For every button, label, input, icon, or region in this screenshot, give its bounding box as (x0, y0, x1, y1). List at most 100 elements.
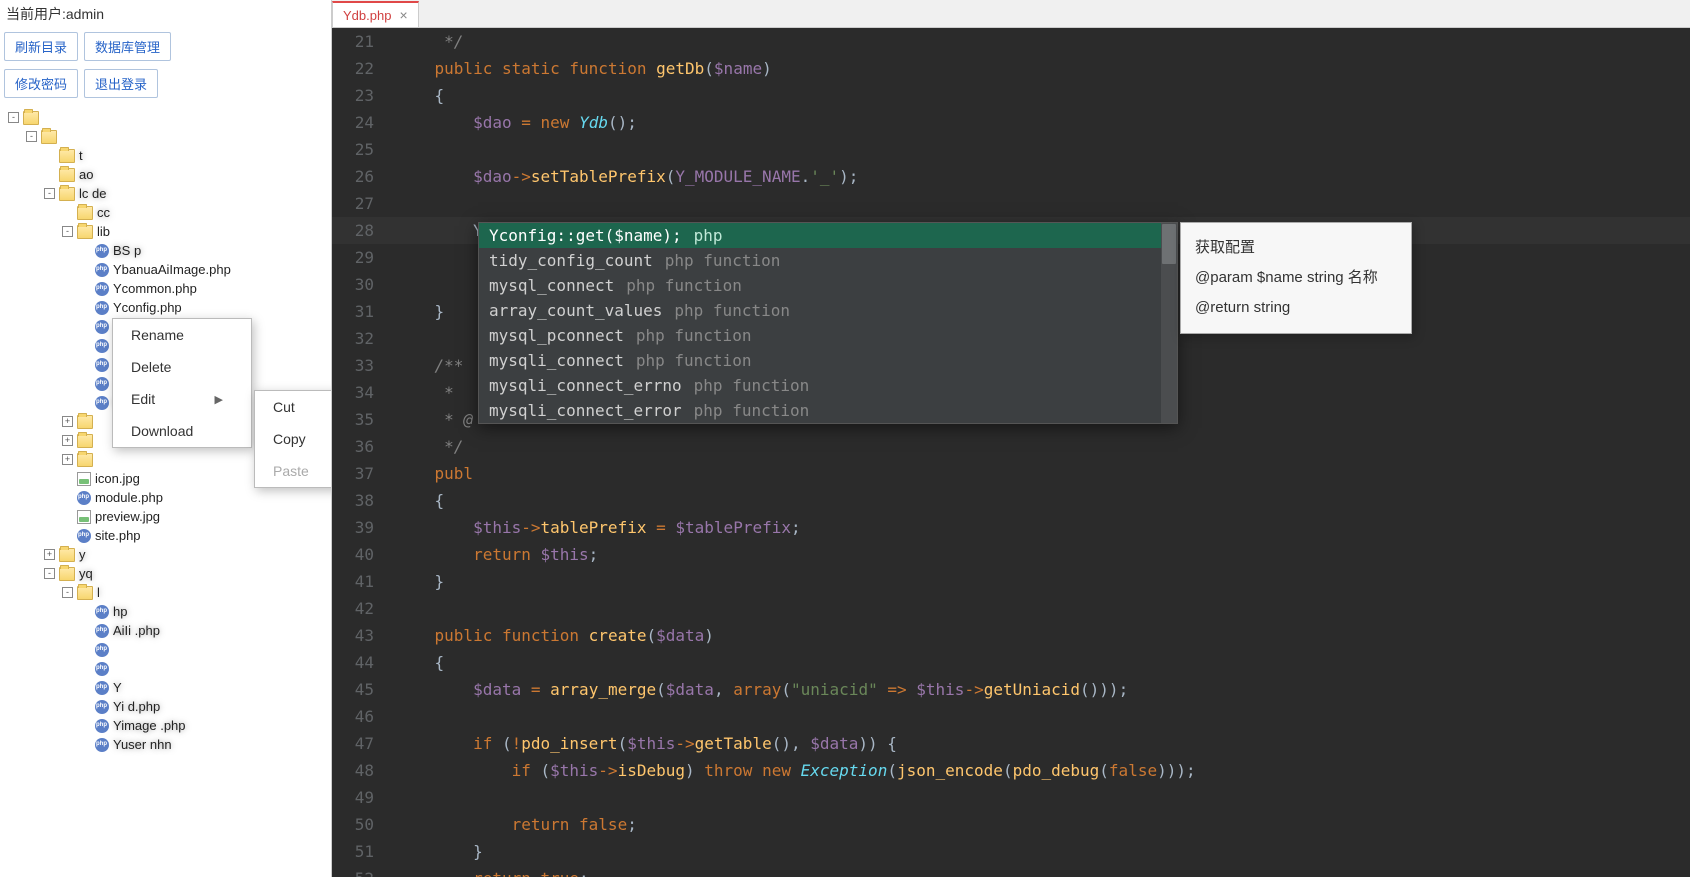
autocomplete-popup[interactable]: Yconfig::get($name);phptidy_config_count… (478, 222, 1178, 424)
code-area[interactable]: 21 */22 public static function getDb($na… (332, 28, 1690, 877)
tree-node[interactable]: - (0, 127, 331, 146)
code-line[interactable]: 44 { (332, 649, 1690, 676)
tree-node[interactable]: Yimage .php (0, 716, 331, 735)
autocomplete-item[interactable]: Yconfig::get($name);php (479, 223, 1177, 248)
code-line[interactable]: 37 publ (332, 460, 1690, 487)
context-menu[interactable]: Rename Delete Edit▶ Download (112, 318, 252, 448)
scrollbar-thumb[interactable] (1162, 224, 1176, 264)
tree-node[interactable]: Y (0, 678, 331, 697)
menu-download[interactable]: Download (113, 415, 251, 447)
expander-icon[interactable]: + (62, 416, 73, 427)
autocomplete-hint: php function (674, 301, 790, 320)
tree-node[interactable]: - (0, 108, 331, 127)
refresh-button[interactable]: 刷新目录 (4, 32, 78, 61)
autocomplete-label: mysql_connect (489, 276, 614, 295)
tree-node[interactable]: Ycommon.php (0, 279, 331, 298)
tree-node[interactable] (0, 659, 331, 678)
tree-node[interactable]: Yconfig.php (0, 298, 331, 317)
expander-icon[interactable]: - (8, 112, 19, 123)
menu-delete[interactable]: Delete (113, 351, 251, 383)
tree-node[interactable]: preview.jpg (0, 507, 331, 526)
tree-node[interactable]: cc (0, 203, 331, 222)
tree-node[interactable]: module.php (0, 488, 331, 507)
code-line[interactable]: 47 if (!pdo_insert($this->getTable(), $d… (332, 730, 1690, 757)
expander-icon[interactable]: - (26, 131, 37, 142)
code-line[interactable]: 42 (332, 595, 1690, 622)
autocomplete-item[interactable]: mysql_connectphp function (479, 273, 1177, 298)
code-line[interactable]: 36 */ (332, 433, 1690, 460)
tab-ydb[interactable]: Ydb.php × (332, 1, 419, 27)
gutter: 44 (332, 649, 388, 676)
code-line[interactable]: 38 { (332, 487, 1690, 514)
expander-icon[interactable]: - (62, 587, 73, 598)
autocomplete-item[interactable]: mysql_pconnectphp function (479, 323, 1177, 348)
code-line[interactable]: 52 return true; (332, 865, 1690, 877)
tree-node[interactable]: -lib (0, 222, 331, 241)
tree-node[interactable]: AiIi .php (0, 621, 331, 640)
code-line[interactable]: 51 } (332, 838, 1690, 865)
tree-label: Ycommon.php (113, 281, 197, 296)
code-line[interactable]: 40 return $this; (332, 541, 1690, 568)
code-line[interactable]: 46 (332, 703, 1690, 730)
tree-label: site.php (95, 528, 141, 543)
code-line[interactable]: 24 $dao = new Ydb(); (332, 109, 1690, 136)
tree-node[interactable] (0, 640, 331, 659)
code-text (388, 784, 396, 811)
autocomplete-item[interactable]: mysqli_connectphp function (479, 348, 1177, 373)
code-line[interactable]: 27 (332, 190, 1690, 217)
scrollbar[interactable] (1161, 223, 1177, 423)
code-line[interactable]: 22 public static function getDb($name) (332, 55, 1690, 82)
code-text: { (388, 82, 444, 109)
code-line[interactable]: 25 (332, 136, 1690, 163)
tree-node[interactable]: ao (0, 165, 331, 184)
tree-node[interactable]: YbanuaAiImage.php (0, 260, 331, 279)
change-password-button[interactable]: 修改密码 (4, 69, 78, 98)
code-line[interactable]: 23 { (332, 82, 1690, 109)
db-manage-button[interactable]: 数据库管理 (84, 32, 171, 61)
code-line[interactable]: 50 return false; (332, 811, 1690, 838)
folder-icon (77, 206, 93, 220)
code-line[interactable]: 39 $this->tablePrefix = $tablePrefix; (332, 514, 1690, 541)
tree-node[interactable]: Yuser nhn (0, 735, 331, 754)
menu-cut[interactable]: Cut (255, 391, 332, 423)
folder-icon (59, 548, 75, 562)
autocomplete-item[interactable]: array_count_valuesphp function (479, 298, 1177, 323)
autocomplete-item[interactable]: mysqli_connect_errnophp function (479, 373, 1177, 398)
expander-icon[interactable]: - (44, 568, 55, 579)
code-line[interactable]: 49 (332, 784, 1690, 811)
php-icon (77, 529, 91, 543)
tree-node[interactable]: Yi d.php (0, 697, 331, 716)
logout-button[interactable]: 退出登录 (84, 69, 158, 98)
code-line[interactable]: 26 $dao->setTablePrefix(Y_MODULE_NAME.'_… (332, 163, 1690, 190)
autocomplete-item[interactable]: mysqli_connect_errorphp function (479, 398, 1177, 423)
expander-icon[interactable]: + (62, 454, 73, 465)
expander-icon[interactable]: + (44, 549, 55, 560)
php-icon (95, 339, 109, 353)
tree-node[interactable]: -lc de (0, 184, 331, 203)
code-line[interactable]: 41 } (332, 568, 1690, 595)
tree-node[interactable]: -yq (0, 564, 331, 583)
tree-node[interactable]: hp (0, 602, 331, 621)
code-line[interactable]: 48 if ($this->isDebug) throw new Excepti… (332, 757, 1690, 784)
expander-icon[interactable]: - (62, 226, 73, 237)
code-text: public static function getDb($name) (388, 55, 772, 82)
tree-label: t (79, 148, 83, 163)
menu-copy[interactable]: Copy (255, 423, 332, 455)
tree-node[interactable]: t (0, 146, 331, 165)
code-text (388, 244, 396, 271)
context-submenu[interactable]: Cut Copy Paste (254, 390, 332, 488)
code-line[interactable]: 45 $data = array_merge($data, array("uni… (332, 676, 1690, 703)
expander-icon[interactable]: - (44, 188, 55, 199)
code-line[interactable]: 43 public function create($data) (332, 622, 1690, 649)
menu-rename[interactable]: Rename (113, 319, 251, 351)
expander-icon[interactable]: + (62, 435, 73, 446)
close-icon[interactable]: × (399, 7, 407, 23)
code-line[interactable]: 21 */ (332, 28, 1690, 55)
tree-node[interactable]: site.php (0, 526, 331, 545)
tree-node[interactable]: +y (0, 545, 331, 564)
autocomplete-item[interactable]: tidy_config_countphp function (479, 248, 1177, 273)
menu-edit[interactable]: Edit▶ (113, 383, 251, 415)
php-icon (77, 491, 91, 505)
tree-node[interactable]: BS p (0, 241, 331, 260)
tree-node[interactable]: -l (0, 583, 331, 602)
